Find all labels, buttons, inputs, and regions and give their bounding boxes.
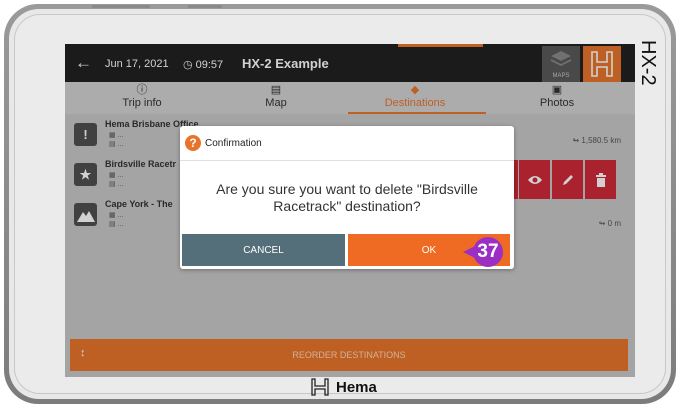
bottom-brand-label: Hema: [336, 378, 377, 396]
question-icon: ?: [185, 135, 201, 151]
callout-number: 37: [473, 237, 503, 267]
side-brand-label: HX-2: [637, 40, 659, 86]
hema-logo-icon: [311, 378, 329, 396]
bottom-brand: Hema: [310, 377, 377, 397]
dialog-header: ? Confirmation: [180, 126, 514, 161]
step-callout: 37: [463, 237, 503, 267]
dialog-title: Confirmation: [205, 138, 262, 149]
dialog-message: Are you sure you want to delete "Birdsvi…: [216, 181, 478, 214]
device-button: [188, 5, 222, 8]
device-button: [92, 5, 150, 8]
cancel-button[interactable]: CANCEL: [182, 234, 345, 266]
